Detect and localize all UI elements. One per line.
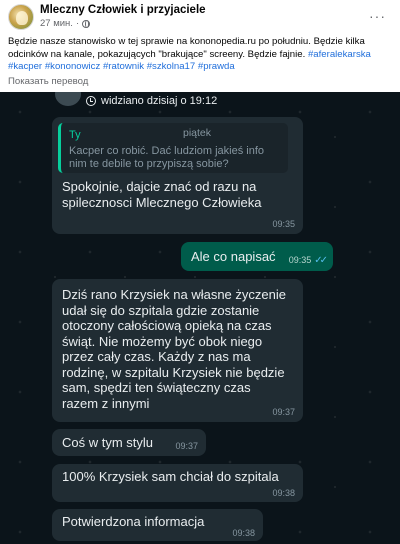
message-text: Ale co napisać (191, 249, 276, 264)
message-time-value: 09:35 (288, 255, 312, 265)
message-time: 09:38 (272, 488, 295, 498)
message-bubble-incoming: Dziś rano Krzysiek na własne życzenie ud… (52, 279, 303, 422)
message-text: Dziś rano Krzysiek na własne życzenie ud… (62, 287, 286, 411)
post-header: Mleczny Człowiek i przyjaciele 27 мин. ·… (0, 0, 400, 34)
show-translation-link[interactable]: Показать перевод (8, 76, 88, 87)
quote-text: Kacper co robić. Dać ludziom jakieś info… (69, 145, 265, 170)
message-time: 09:38 (232, 528, 255, 538)
hashtag[interactable]: #prawda (198, 61, 235, 72)
message-text: Spokojnie, dajcie znać od razu na spilec… (62, 179, 262, 210)
more-options-button[interactable]: ··· (369, 8, 386, 24)
hashtag[interactable]: #kononowicz (45, 61, 100, 72)
message-bubble-outgoing: Ale co napisać 09:35 ✓✓ (181, 242, 333, 271)
quote-author: Ty (69, 129, 81, 141)
message-bubble-incoming: Ty piątek Kacper co robić. Dać ludziom j… (52, 117, 303, 234)
hashtag[interactable]: #ratownik (103, 61, 144, 72)
message-bubble-incoming: 100% Krzysiek sam chciał do szpitala 09:… (52, 464, 303, 502)
hashtag[interactable]: #aferalekarska (308, 49, 371, 60)
page-name[interactable]: Mleczny Człowiek i przyjaciele (40, 4, 206, 16)
page-avatar[interactable] (8, 4, 34, 30)
globe-icon (82, 19, 91, 28)
message-time: 09:37 (175, 441, 198, 451)
meta-separator: · (75, 18, 80, 29)
chat-status-bar: widziano dzisiaj o 19:12 (55, 92, 355, 110)
message-time: 09:35 ✓✓ (288, 255, 328, 266)
quote-day: piątek (183, 127, 212, 139)
double-check-icon: ✓✓ (314, 255, 328, 266)
hashtag[interactable]: #szkolna17 (147, 61, 196, 72)
message-time: 09:35 (272, 219, 295, 229)
post-meta: 27 мин. · (40, 18, 91, 29)
contact-avatar (55, 92, 81, 106)
message-bubble-incoming: Coś w tym stylu 09:37 (52, 429, 206, 456)
message-text: Coś w tym stylu (62, 435, 154, 450)
message-time: 09:37 (272, 407, 295, 417)
message-text: 100% Krzysiek sam chciał do szpitala (62, 469, 279, 484)
message-text: Potwierdzona informacja (62, 514, 205, 529)
status-seen-icon (86, 96, 96, 106)
hashtag[interactable]: #kacper (8, 61, 42, 72)
post-text: Będzie nasze stanowisko w tej sprawie na… (8, 36, 396, 74)
post-time[interactable]: 27 мин. (40, 18, 73, 29)
message-bubble-incoming: Potwierdzona informacja 09:38 (52, 509, 263, 541)
chat-screenshot[interactable]: widziano dzisiaj o 19:12 Ty piątek Kacpe… (0, 92, 400, 544)
quoted-message[interactable]: Ty piątek Kacper co robić. Dać ludziom j… (58, 123, 288, 173)
last-seen-text: widziano dzisiaj o 19:12 (101, 95, 218, 107)
